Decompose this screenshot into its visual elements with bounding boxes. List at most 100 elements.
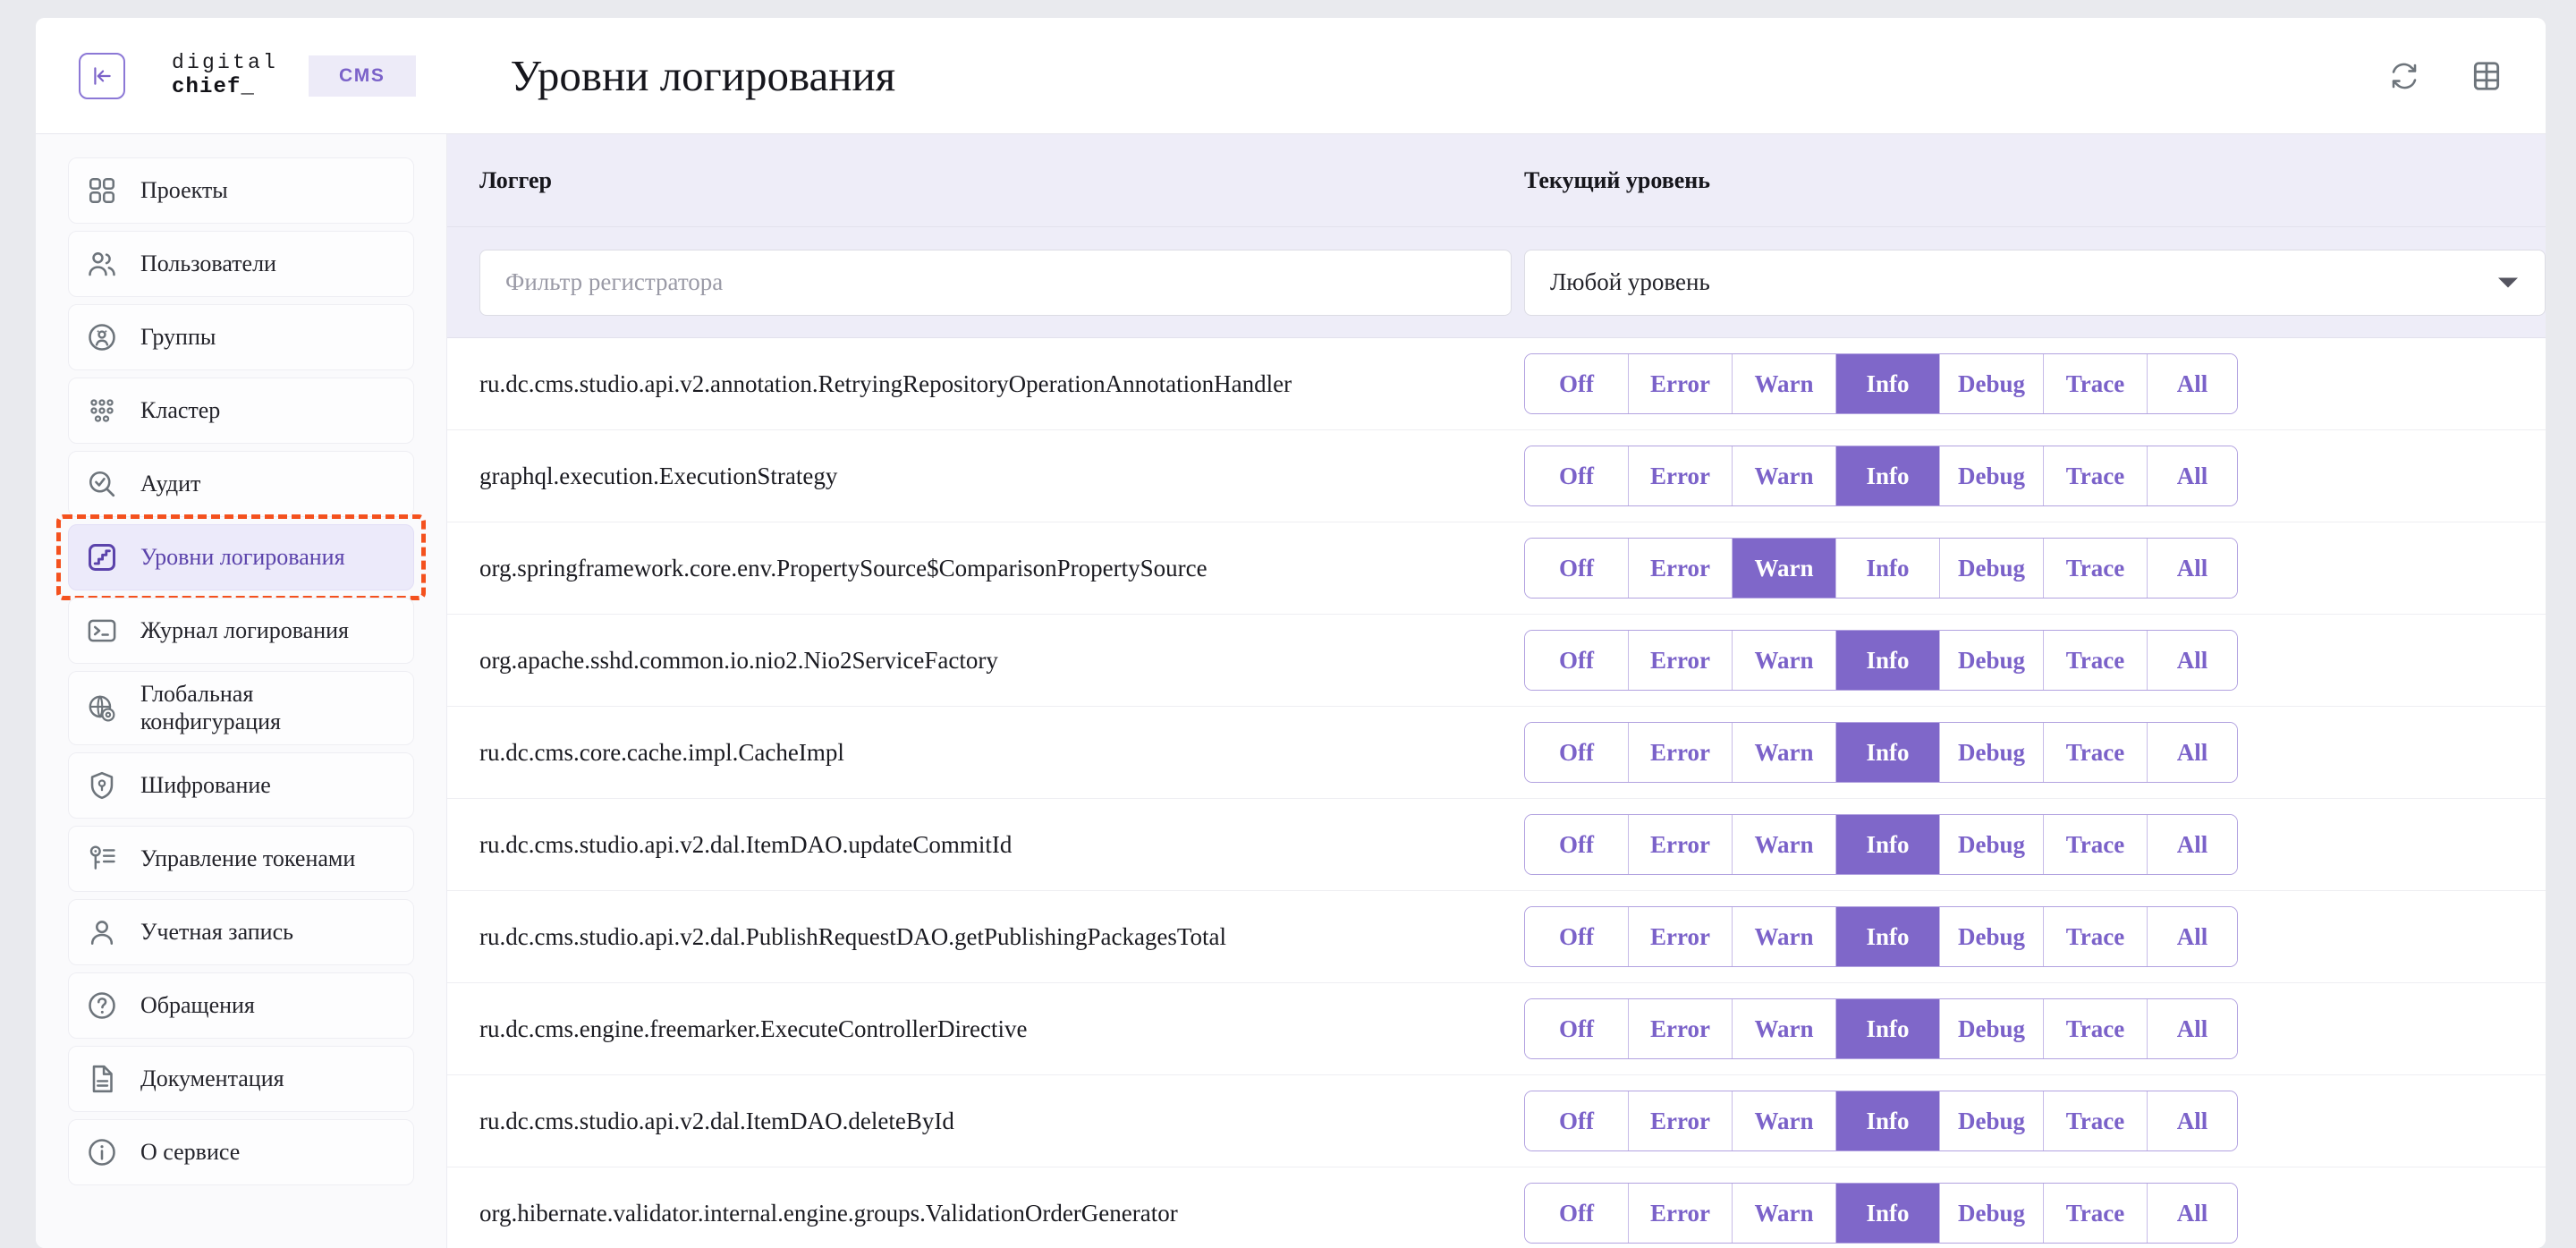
sidebar-item-11[interactable]: Учетная запись: [68, 899, 414, 966]
level-button-trace[interactable]: Trace: [2044, 446, 2148, 505]
level-button-debug[interactable]: Debug: [1940, 1184, 2045, 1243]
sidebar-item-13[interactable]: Документация: [68, 1046, 414, 1113]
logger-name-cell: org.hibernate.validator.internal.engine.…: [447, 1200, 1512, 1227]
table-header-row: Логгер Текущий уровень: [447, 134, 2546, 227]
level-button-trace[interactable]: Trace: [2044, 1184, 2148, 1243]
level-button-debug[interactable]: Debug: [1940, 539, 2045, 598]
level-button-all[interactable]: All: [2148, 1091, 2238, 1150]
sidebar-item-1[interactable]: Проекты: [68, 157, 414, 224]
level-button-info[interactable]: Info: [1836, 539, 1940, 598]
sidebar-item-8[interactable]: Глобальная конфигурация: [68, 671, 414, 746]
sidebar-item-3[interactable]: Группы: [68, 304, 414, 370]
level-button-info[interactable]: Info: [1836, 446, 1940, 505]
level-button-trace[interactable]: Trace: [2044, 999, 2148, 1058]
level-button-warn[interactable]: Warn: [1733, 907, 1836, 966]
top-bar: digital chief_ CMS Уровни логирования: [36, 18, 2546, 134]
level-button-info[interactable]: Info: [1836, 631, 1940, 690]
level-filter-select[interactable]: Любой уровень: [1524, 249, 2546, 316]
level-button-off[interactable]: Off: [1525, 354, 1629, 413]
level-button-info[interactable]: Info: [1836, 1184, 1940, 1243]
table-row: ru.dc.cms.studio.api.v2.dal.ItemDAO.upda…: [447, 799, 2546, 891]
level-button-error[interactable]: Error: [1629, 539, 1733, 598]
logger-filter-input[interactable]: [479, 249, 1512, 316]
level-button-debug[interactable]: Debug: [1940, 907, 2045, 966]
level-button-trace[interactable]: Trace: [2044, 723, 2148, 782]
sidebar-item-label: Управление токенами: [140, 845, 356, 871]
level-button-warn[interactable]: Warn: [1733, 539, 1836, 598]
level-button-trace[interactable]: Trace: [2044, 354, 2148, 413]
level-button-debug[interactable]: Debug: [1940, 1091, 2045, 1150]
level-button-off[interactable]: Off: [1525, 999, 1629, 1058]
sidebar-item-2[interactable]: Пользователи: [68, 231, 414, 297]
level-button-off[interactable]: Off: [1525, 631, 1629, 690]
level-button-warn[interactable]: Warn: [1733, 815, 1836, 874]
sidebar-item-10[interactable]: Управление токенами: [68, 826, 414, 893]
level-button-off[interactable]: Off: [1525, 815, 1629, 874]
level-button-group: Off Error Warn Info Debug Trace All: [1524, 353, 2239, 414]
level-button-all[interactable]: All: [2148, 907, 2238, 966]
level-button-off[interactable]: Off: [1525, 907, 1629, 966]
level-button-info[interactable]: Info: [1836, 354, 1940, 413]
level-button-debug[interactable]: Debug: [1940, 354, 2045, 413]
level-button-debug[interactable]: Debug: [1940, 631, 2045, 690]
level-button-all[interactable]: All: [2148, 1184, 2238, 1243]
level-button-all[interactable]: All: [2148, 354, 2238, 413]
level-button-error[interactable]: Error: [1629, 723, 1733, 782]
level-button-trace[interactable]: Trace: [2044, 815, 2148, 874]
panel-collapse-left-icon[interactable]: [79, 52, 125, 99]
level-button-all[interactable]: All: [2148, 446, 2238, 505]
level-button-info[interactable]: Info: [1836, 1091, 1940, 1150]
sidebar-item-12[interactable]: Обращения: [68, 972, 414, 1040]
level-button-warn[interactable]: Warn: [1733, 446, 1836, 505]
level-button-all[interactable]: All: [2148, 539, 2238, 598]
table-grid-icon[interactable]: [2467, 56, 2506, 96]
level-button-trace[interactable]: Trace: [2044, 907, 2148, 966]
level-button-error[interactable]: Error: [1629, 999, 1733, 1058]
sidebar-item-14[interactable]: О сервисе: [68, 1119, 414, 1186]
level-button-off[interactable]: Off: [1525, 1184, 1629, 1243]
table-row: ru.dc.cms.core.cache.impl.CacheImpl Off Er…: [447, 707, 2546, 799]
level-button-warn[interactable]: Warn: [1733, 354, 1836, 413]
level-button-debug[interactable]: Debug: [1940, 446, 2045, 505]
level-button-info[interactable]: Info: [1836, 999, 1940, 1058]
level-button-debug[interactable]: Debug: [1940, 815, 2045, 874]
sidebar-item-4[interactable]: Кластер: [68, 378, 414, 444]
level-button-error[interactable]: Error: [1629, 815, 1733, 874]
level-button-warn[interactable]: Warn: [1733, 723, 1836, 782]
brand-logo[interactable]: digital chief_: [172, 51, 278, 100]
level-button-error[interactable]: Error: [1629, 631, 1733, 690]
level-button-error[interactable]: Error: [1629, 907, 1733, 966]
level-button-trace[interactable]: Trace: [2044, 1091, 2148, 1150]
level-button-off[interactable]: Off: [1525, 723, 1629, 782]
level-button-warn[interactable]: Warn: [1733, 631, 1836, 690]
level-button-info[interactable]: Info: [1836, 723, 1940, 782]
sidebar-item-5[interactable]: Аудит: [68, 451, 414, 517]
level-button-error[interactable]: Error: [1629, 446, 1733, 505]
level-button-all[interactable]: All: [2148, 999, 2238, 1058]
level-button-debug[interactable]: Debug: [1940, 723, 2045, 782]
level-button-off[interactable]: Off: [1525, 539, 1629, 598]
column-header-logger-cell: Логгер: [447, 167, 1512, 194]
table-row: ru.dc.cms.studio.api.v2.annotation.Retry…: [447, 338, 2546, 430]
level-button-error[interactable]: Error: [1629, 1091, 1733, 1150]
sidebar-item-7[interactable]: Журнал логирования: [68, 598, 414, 664]
level-button-debug[interactable]: Debug: [1940, 999, 2045, 1058]
refresh-icon[interactable]: [2385, 56, 2424, 96]
sidebar-item-6[interactable]: Уровни логирования: [56, 514, 426, 600]
level-button-all[interactable]: All: [2148, 815, 2238, 874]
level-button-trace[interactable]: Trace: [2044, 631, 2148, 690]
level-button-warn[interactable]: Warn: [1733, 999, 1836, 1058]
level-button-warn[interactable]: Warn: [1733, 1184, 1836, 1243]
level-button-off[interactable]: Off: [1525, 1091, 1629, 1150]
level-button-error[interactable]: Error: [1629, 354, 1733, 413]
level-button-error[interactable]: Error: [1629, 1184, 1733, 1243]
level-button-warn[interactable]: Warn: [1733, 1091, 1836, 1150]
level-button-trace[interactable]: Trace: [2044, 539, 2148, 598]
level-button-off[interactable]: Off: [1525, 446, 1629, 505]
filter-row: Любой уровень: [447, 227, 2546, 338]
sidebar-item-9[interactable]: Шифрование: [68, 752, 414, 819]
level-button-info[interactable]: Info: [1836, 907, 1940, 966]
level-button-info[interactable]: Info: [1836, 815, 1940, 874]
level-button-all[interactable]: All: [2148, 723, 2238, 782]
level-button-all[interactable]: All: [2148, 631, 2238, 690]
